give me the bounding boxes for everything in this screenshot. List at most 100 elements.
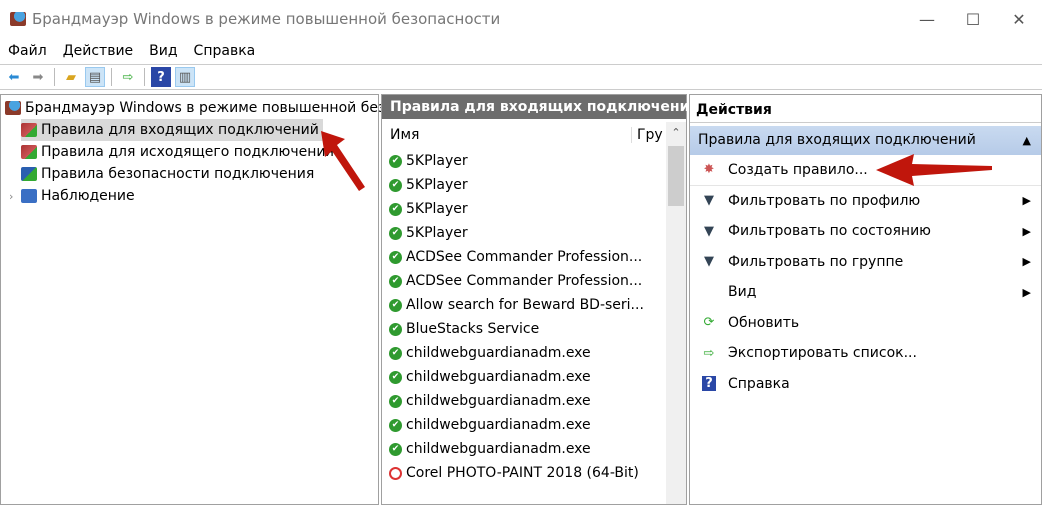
enabled-check-icon: ✔ bbox=[389, 274, 402, 288]
menu-view[interactable]: Вид bbox=[141, 40, 185, 62]
action-label: Фильтровать по профилю bbox=[728, 192, 921, 209]
tree-item-outbound-rules[interactable]: Правила для исходящего подключения bbox=[21, 141, 334, 163]
rule-row[interactable]: ✔ childwebguardianadm.exe bbox=[382, 413, 666, 437]
action-item[interactable]: ? Справка bbox=[690, 369, 1041, 400]
window-title: Брандмауэр Windows в режиме повышенной б… bbox=[32, 10, 501, 28]
title-bar: Брандмауэр Windows в режиме повышенной б… bbox=[0, 0, 1042, 38]
rule-name: ACDSee Commander Profession... bbox=[406, 273, 643, 289]
forward-icon[interactable]: ➡ bbox=[28, 67, 48, 87]
tree-item-inbound-rules[interactable]: Правила для входящих подключений bbox=[21, 119, 323, 141]
rule-row[interactable]: ✔ ACDSee Commander Profession... bbox=[382, 269, 666, 293]
rule-row[interactable]: ✔ 5KPlayer bbox=[382, 149, 666, 173]
rule-row[interactable]: ✔ 5KPlayer bbox=[382, 173, 666, 197]
show-hide-tree-icon[interactable]: ▤ bbox=[85, 67, 105, 87]
filter-icon: ▼ bbox=[704, 223, 714, 239]
action-item[interactable]: ▼ Фильтровать по профилю ▶ bbox=[690, 186, 1041, 217]
console-tree: Брандмауэр Windows в режиме повышенной б… bbox=[0, 94, 462, 505]
action-item[interactable]: Вид ▶ bbox=[690, 277, 1041, 308]
menu-action[interactable]: Действие bbox=[55, 40, 141, 62]
action-item[interactable]: ▼ Фильтровать по состоянию ▶ bbox=[690, 216, 1041, 247]
up-folder-icon[interactable]: ▰ bbox=[61, 67, 81, 87]
show-hide-action-pane-icon[interactable]: ▥ bbox=[175, 67, 195, 87]
enabled-check-icon: ✔ bbox=[389, 226, 402, 240]
menu-help[interactable]: Справка bbox=[186, 40, 264, 62]
rule-row[interactable]: ✔ Allow search for Beward BD-seri... bbox=[382, 293, 666, 317]
enabled-check-icon: ✔ bbox=[389, 346, 402, 360]
action-label: Фильтровать по состоянию bbox=[728, 223, 931, 240]
action-label: Обновить bbox=[728, 314, 800, 331]
pane-header: Правила для входящих подключений bbox=[382, 95, 699, 119]
tree-item-label: Правила безопасности подключения bbox=[41, 166, 315, 182]
rule-row[interactable]: ✔ childwebguardianadm.exe bbox=[382, 437, 666, 461]
action-item[interactable]: ⇨ Экспортировать список... bbox=[690, 338, 1041, 369]
action-item[interactable]: ✸ Создать правило... bbox=[690, 155, 1041, 186]
enabled-check-icon: ✔ bbox=[389, 250, 402, 264]
enabled-check-icon: ✔ bbox=[389, 322, 402, 336]
rule-name: Allow search for Beward BD-seri... bbox=[406, 297, 644, 313]
rule-name: 5KPlayer bbox=[406, 225, 468, 241]
toolbar-separator bbox=[111, 68, 112, 86]
rule-name: childwebguardianadm.exe bbox=[406, 393, 591, 409]
rule-row[interactable]: ✔ childwebguardianadm.exe bbox=[382, 341, 666, 365]
tree-item-label: Правила для входящих подключений bbox=[41, 122, 319, 138]
connection-security-icon bbox=[21, 167, 37, 181]
rule-row[interactable]: ✔ childwebguardianadm.exe bbox=[382, 365, 666, 389]
maximize-button[interactable]: ☐ bbox=[950, 0, 996, 38]
enabled-check-icon: ✔ bbox=[389, 442, 402, 456]
column-group[interactable]: Гру bbox=[632, 127, 663, 143]
export-list-icon[interactable]: ⇨ bbox=[118, 67, 138, 87]
inbound-rules-icon bbox=[21, 123, 37, 137]
menu-file[interactable]: Файл bbox=[0, 40, 55, 62]
monitoring-icon bbox=[21, 189, 37, 203]
submenu-arrow-icon: ▶ bbox=[1022, 194, 1031, 208]
rule-row[interactable]: ✔ 5KPlayer bbox=[382, 221, 666, 245]
outbound-rules-icon bbox=[21, 145, 37, 159]
actions-section-label: Правила для входящих подключений bbox=[698, 132, 976, 148]
actions-section-header[interactable]: Правила для входящих подключений ▲ bbox=[690, 126, 1041, 155]
rule-row[interactable]: Corel PHOTO-PAINT 2018 (64-Bit) bbox=[382, 461, 666, 485]
rule-name: Corel PHOTO-PAINT 2018 (64-Bit) bbox=[406, 465, 639, 481]
export-icon: ⇨ bbox=[703, 345, 715, 361]
close-button[interactable]: ✕ bbox=[996, 0, 1042, 38]
enabled-check-icon: ✔ bbox=[389, 298, 402, 312]
tree-item-label: Наблюдение bbox=[41, 188, 135, 204]
toolbar-separator bbox=[54, 68, 55, 86]
rule-row[interactable]: ✔ ACDSee Commander Profession... bbox=[382, 245, 666, 269]
rule-row[interactable]: ✔ BlueStacks Service bbox=[382, 317, 666, 341]
rule-name: BlueStacks Service bbox=[406, 321, 540, 337]
tree-item-connection-security[interactable]: Правила безопасности подключения bbox=[21, 163, 314, 185]
expand-chevron-icon[interactable]: › bbox=[9, 190, 21, 203]
action-item[interactable]: ▼ Фильтровать по группе ▶ bbox=[690, 247, 1041, 278]
tree-item-monitoring[interactable]: › Наблюдение bbox=[9, 185, 135, 207]
enabled-check-icon: ✔ bbox=[389, 178, 402, 192]
tree-item-label: Правила для исходящего подключения bbox=[41, 144, 334, 160]
action-label: Вид bbox=[728, 284, 757, 301]
action-label: Создать правило... bbox=[728, 161, 868, 178]
help-icon: ? bbox=[690, 376, 728, 392]
refresh-icon: ⟳ bbox=[703, 315, 715, 331]
enabled-check-icon: ✔ bbox=[389, 394, 402, 408]
rule-name: childwebguardianadm.exe bbox=[406, 345, 591, 361]
enabled-check-icon: ✔ bbox=[389, 202, 402, 216]
vertical-scrollbar[interactable]: ⌃ bbox=[666, 122, 686, 504]
new-rule-icon: ✸ bbox=[703, 162, 715, 178]
action-item[interactable]: ⟳ Обновить bbox=[690, 308, 1041, 339]
enabled-check-icon: ✔ bbox=[389, 418, 402, 432]
rule-name: 5KPlayer bbox=[406, 177, 468, 193]
actions-pane: Действия Правила для входящих подключени… bbox=[689, 94, 1042, 505]
rule-row[interactable]: ✔ 5KPlayer bbox=[382, 197, 666, 221]
column-headers: Имя Гру bbox=[382, 122, 666, 148]
minimize-button[interactable]: — bbox=[904, 0, 950, 38]
back-icon[interactable]: ⬅ bbox=[4, 67, 24, 87]
collapse-icon[interactable]: ▲ bbox=[1023, 126, 1031, 155]
column-name[interactable]: Имя bbox=[382, 127, 632, 143]
action-label: Экспортировать список... bbox=[728, 345, 917, 362]
actions-header: Действия bbox=[690, 95, 1041, 123]
firewall-app-icon bbox=[10, 12, 26, 26]
rule-row[interactable]: ✔ childwebguardianadm.exe bbox=[382, 389, 666, 413]
help-icon[interactable]: ? bbox=[151, 67, 171, 87]
scrollbar-thumb[interactable] bbox=[668, 146, 684, 206]
enabled-check-icon: ✔ bbox=[389, 154, 402, 168]
scroll-up-icon[interactable]: ⌃ bbox=[666, 122, 686, 144]
toolbar-separator bbox=[144, 68, 145, 86]
